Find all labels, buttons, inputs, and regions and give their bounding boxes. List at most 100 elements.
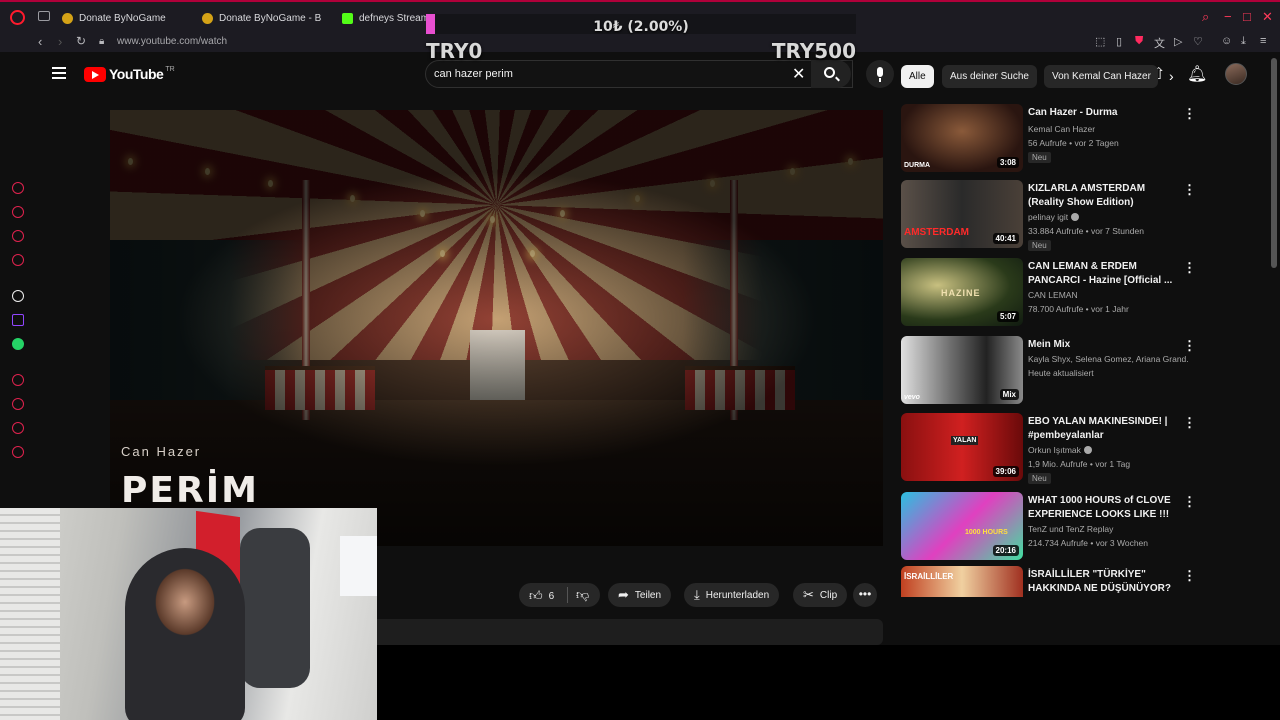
share-button[interactable]: ➦ Teilen — [608, 583, 672, 607]
download-arrow-icon: ⤓ — [694, 587, 700, 602]
hamburger-menu-icon[interactable] — [52, 67, 66, 79]
video-thumbnail[interactable]: YALAN 39:06 — [901, 413, 1023, 481]
sidebar-app-icon[interactable] — [12, 254, 24, 266]
workspaces-icon[interactable] — [38, 11, 50, 21]
verified-badge-icon — [1083, 446, 1092, 454]
user-avatar[interactable] — [1225, 63, 1247, 85]
search-icon — [824, 67, 835, 78]
more-vert-icon[interactable]: ⋮ — [1183, 106, 1196, 122]
video-thumbnail[interactable]: 1000 HOURS 20:16 — [901, 492, 1023, 560]
tab-donate-bynogame-bn[interactable]: Donate ByNoGame - BN — [202, 6, 322, 30]
back-icon[interactable]: ‹ — [38, 34, 42, 49]
bynogame-favicon-icon — [202, 12, 213, 24]
translate-icon[interactable]: 文 — [1154, 35, 1165, 51]
url-field[interactable]: www.youtube.com/watch — [117, 36, 227, 47]
bynogame-favicon-icon — [62, 12, 73, 24]
search-tabs-icon[interactable]: ⌕ — [1202, 10, 1209, 24]
search-input[interactable]: can hazer perim ✕ — [425, 60, 853, 88]
tab-defneys-stream[interactable]: defneys Stream — [342, 6, 426, 30]
list-item[interactable]: YALAN 39:06 EBO YALAN MAKINESINDE! | #pe… — [901, 413, 1196, 484]
donation-amount-text: 10₺ (2.00%) — [593, 19, 689, 35]
video-thumbnail[interactable]: AMSTERDAM 40:41 — [901, 180, 1023, 248]
history-icon[interactable] — [12, 398, 24, 410]
list-item[interactable]: AMSTERDAM 40:41 KIZLARLA AMSTERDAM (Real… — [901, 180, 1196, 251]
list-item[interactable]: DURMA 3:08 Can Hazer - Durma Kemal Can H… — [901, 104, 1196, 174]
list-item[interactable]: HAZINE 5:07 CAN LEMAN & ERDEM PANCARCI -… — [901, 258, 1196, 328]
list-item[interactable]: 1000 HOURS 20:16 WHAT 1000 HOURS of CLOV… — [901, 492, 1196, 562]
sidebar-app-icon[interactable] — [12, 206, 24, 218]
donation-goal-overlay: 10₺ (2.00%) TRY0 TRY500 — [426, 10, 856, 63]
video-thumbnail[interactable]: İSRAİLLİLER — [901, 566, 1023, 597]
video-player[interactable]: Can Hazer PERİM — [110, 110, 883, 546]
more-vert-icon[interactable]: ⋮ — [1183, 568, 1196, 584]
window-blinds — [0, 508, 60, 720]
chatgpt-icon[interactable] — [12, 290, 24, 302]
more-vert-icon[interactable]: ⋮ — [1183, 260, 1196, 276]
profile-icon[interactable]: ☺ — [1221, 35, 1232, 47]
monitor — [340, 536, 377, 596]
like-button[interactable]: 👍︎ 6 — [529, 588, 554, 604]
donation-min-label: TRY0 — [426, 39, 483, 63]
download-icon[interactable]: ⤓ — [1241, 35, 1246, 48]
donation-progress-bar: 10₺ (2.00%) — [426, 14, 856, 35]
chip-all[interactable]: Alle — [901, 65, 934, 88]
clear-search-icon[interactable]: ✕ — [792, 64, 805, 84]
more-vert-icon[interactable]: ⋮ — [1183, 415, 1196, 431]
more-actions-icon[interactable]: ••• — [853, 583, 877, 607]
kick-favicon-icon — [342, 12, 353, 24]
play-icon[interactable]: ▷ — [1174, 35, 1182, 48]
search-query-text: can hazer perim — [434, 68, 513, 80]
video-title-text: PERİM — [121, 470, 259, 511]
streamer — [125, 548, 245, 720]
webcam-overlay — [0, 508, 377, 720]
download-button[interactable]: ⤓ Herunterladen — [684, 583, 780, 607]
share-arrow-icon: ➦ — [618, 587, 629, 602]
list-item[interactable]: İSRAİLLİLER İSRAİLLİLER "TÜRKİYE" HAKKIN… — [901, 566, 1196, 597]
scrollbar-thumb[interactable] — [1271, 58, 1277, 268]
chevron-right-icon[interactable]: › — [1169, 68, 1174, 84]
donation-max-label: TRY500 — [771, 39, 856, 63]
extensions-icon[interactable] — [12, 422, 24, 434]
youtube-play-logo-icon — [84, 66, 106, 82]
chip-from-search[interactable]: Aus deiner Suche — [942, 65, 1037, 88]
gaming-chair — [240, 528, 310, 688]
voice-search-mic-icon[interactable] — [866, 60, 894, 88]
bookmark-icon[interactable]: ▯ — [1116, 35, 1122, 48]
sidebar-app-icon[interactable] — [12, 230, 24, 242]
search-button[interactable] — [811, 60, 851, 88]
video-artist-text: Can Hazer — [121, 444, 202, 459]
reload-icon[interactable]: ↻ — [76, 34, 86, 48]
more-vert-icon[interactable]: ⋮ — [1183, 494, 1196, 510]
forward-icon[interactable]: › — [58, 34, 62, 49]
close-window-icon[interactable]: ✕ — [1262, 10, 1273, 24]
video-thumbnail[interactable]: HAZINE 5:07 — [901, 258, 1023, 326]
notifications-bell-icon[interactable]: 🔔︎ — [1187, 64, 1207, 84]
maximize-icon[interactable]: □ — [1243, 10, 1251, 24]
chip-from-channel[interactable]: Von Kemal Can Hazer — [1044, 65, 1158, 88]
minimize-icon[interactable]: − — [1224, 10, 1232, 24]
thumbs-up-icon: 👍︎ — [529, 588, 543, 603]
video-thumbnail[interactable]: vevo Mix — [901, 336, 1023, 404]
scissors-icon: ✂ — [803, 587, 814, 602]
whatsapp-icon[interactable] — [12, 338, 24, 350]
opera-logo-icon[interactable] — [10, 10, 25, 25]
heart-icon[interactable]: ♡ — [1193, 35, 1203, 48]
video-thumbnail[interactable]: DURMA 3:08 — [901, 104, 1023, 172]
sidebar-app-icon[interactable] — [12, 182, 24, 194]
youtube-logo[interactable]: YouTube TR — [84, 66, 175, 82]
more-vert-icon[interactable]: ⋮ — [1183, 338, 1196, 354]
list-item[interactable]: vevo Mix Mein Mix Kayla Shyx, Selena Gom… — [901, 336, 1196, 406]
more-vert-icon[interactable]: ⋮ — [1183, 182, 1196, 198]
twitch-icon[interactable] — [12, 314, 24, 326]
snapshot-icon[interactable]: ⬚ — [1095, 35, 1105, 48]
vpn-shield-icon[interactable]: ⛊ — [1135, 35, 1143, 48]
page-scrollbar[interactable] — [1270, 58, 1278, 644]
like-dislike-group: 👍︎ 6 👎︎ — [519, 583, 600, 607]
tab-donate-bynogame[interactable]: Donate ByNoGame — [62, 6, 182, 30]
menu-icon[interactable]: ≡ — [1260, 35, 1266, 47]
dislike-button[interactable]: 👎︎ — [576, 587, 589, 603]
settings-icon[interactable] — [12, 446, 24, 458]
thumbs-down-icon: 👎︎ — [576, 587, 590, 602]
player-icon[interactable] — [12, 374, 24, 386]
clip-button[interactable]: ✂ Clip — [793, 583, 848, 607]
